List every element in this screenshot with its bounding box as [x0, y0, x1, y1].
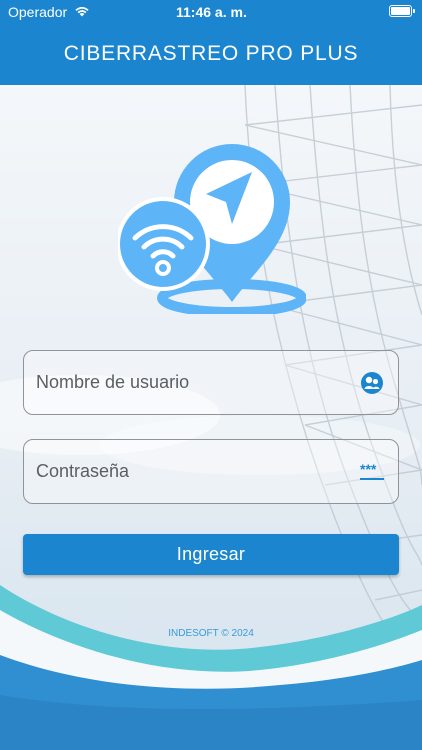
password-field[interactable]: ***	[23, 439, 399, 504]
password-input[interactable]	[36, 440, 346, 503]
username-input[interactable]	[36, 351, 346, 414]
app-logo	[118, 144, 306, 314]
svg-text:***: ***	[360, 461, 377, 477]
battery-icon	[389, 5, 415, 17]
status-bar: Operador 11:46 a. m.	[0, 0, 422, 24]
wifi-icon	[75, 7, 89, 17]
app-header: Operador 11:46 a. m. CIBERRASTREO PRO PL…	[0, 0, 422, 85]
copyright-text: INDESOFT © 2024	[168, 628, 254, 639]
password-dots-icon: ***	[360, 461, 384, 480]
username-field[interactable]	[23, 350, 399, 415]
page-title: CIBERRASTREO PRO PLUS	[63, 42, 359, 65]
login-button[interactable]: Ingresar	[23, 534, 399, 575]
footer-wave	[0, 585, 422, 750]
carrier-label: Operador	[8, 4, 68, 20]
users-icon	[361, 372, 383, 394]
status-time: 11:46 a. m.	[176, 4, 247, 20]
